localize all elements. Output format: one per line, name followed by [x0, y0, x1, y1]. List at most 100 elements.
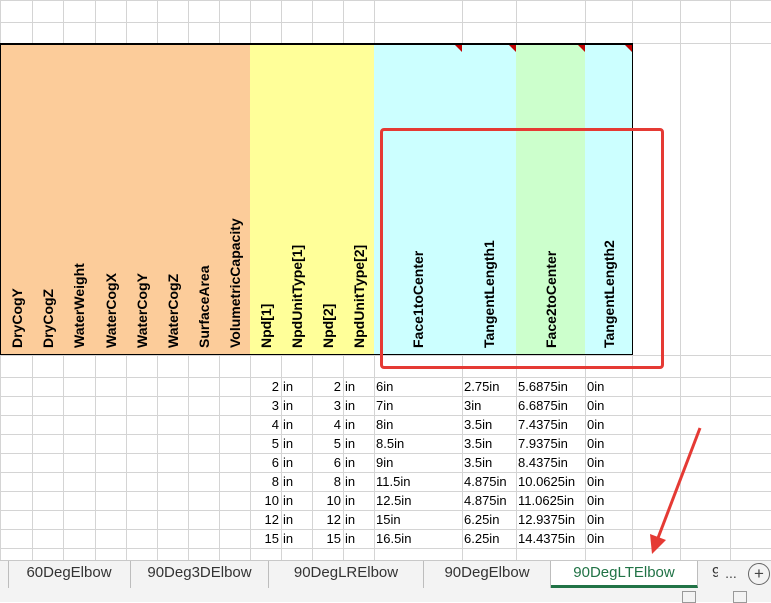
column-header-surfacearea[interactable]: SurfaceArea — [188, 43, 220, 355]
data-cell[interactable]: 11.5in — [376, 472, 460, 491]
data-cell[interactable]: 10.0625in — [518, 472, 583, 491]
data-cell[interactable]: 3.5in — [464, 434, 514, 453]
data-cell[interactable]: 8.4375in — [518, 453, 583, 472]
data-cell[interactable]: 4.875in — [464, 491, 514, 510]
data-cell[interactable]: 11.0625in — [518, 491, 583, 510]
data-cell[interactable]: in — [283, 415, 310, 434]
column-header-drycogz[interactable]: DryCogZ — [32, 43, 64, 355]
column-header-text: NpdUnitType[2] — [350, 244, 367, 348]
data-cell[interactable]: 12 — [314, 510, 341, 529]
data-cell[interactable]: 0in — [587, 453, 630, 472]
sheet-tab-9[interactable]: 9 — [698, 561, 718, 588]
data-cell[interactable]: in — [345, 377, 372, 396]
data-cell[interactable]: 15 — [314, 529, 341, 548]
data-cell[interactable]: 4 — [252, 415, 279, 434]
data-cell[interactable]: 15 — [252, 529, 279, 548]
sheet-tab-90deg3delbow[interactable]: 90Deg3DElbow — [131, 561, 269, 588]
data-cell[interactable]: 6in — [376, 377, 460, 396]
column-header-npd-1[interactable]: Npd[1] — [250, 43, 282, 355]
data-cell[interactable]: in — [283, 377, 310, 396]
sheet-tab-90degelbow[interactable]: 90DegElbow — [424, 561, 551, 588]
data-cell[interactable]: in — [345, 529, 372, 548]
more-tabs-button[interactable]: ... — [718, 561, 744, 588]
data-cell[interactable]: in — [283, 396, 310, 415]
sheet-tab-90deglrelbow[interactable]: 90DegLRElbow — [269, 561, 424, 588]
data-cell[interactable]: 0in — [587, 472, 630, 491]
data-cell[interactable]: in — [283, 434, 310, 453]
data-cell[interactable]: 12.9375in — [518, 510, 583, 529]
data-cell[interactable]: 0in — [587, 396, 630, 415]
data-cell[interactable]: in — [345, 434, 372, 453]
data-cell[interactable]: in — [345, 510, 372, 529]
column-header-npdunittype-1[interactable]: NpdUnitType[1] — [281, 43, 313, 355]
column-header-drycogy[interactable]: DryCogY — [0, 43, 33, 355]
normal-view-icon[interactable] — [682, 591, 696, 603]
data-cell[interactable]: 0in — [587, 434, 630, 453]
data-cell[interactable]: 5 — [252, 434, 279, 453]
sheet-tab-60degelbow[interactable]: 60DegElbow — [8, 561, 131, 588]
data-cell[interactable]: 4 — [314, 415, 341, 434]
data-cell[interactable]: 0in — [587, 377, 630, 396]
data-cell[interactable]: 0in — [587, 510, 630, 529]
column-header-npd-2[interactable]: Npd[2] — [312, 43, 344, 355]
column-header-volumetriccapacity[interactable]: VolumetricCapacity — [219, 43, 251, 355]
column-header-text: NpdUnitType[1] — [288, 244, 305, 348]
data-cell[interactable]: 8 — [314, 472, 341, 491]
data-cell[interactable]: 7in — [376, 396, 460, 415]
data-cell[interactable]: in — [345, 472, 372, 491]
column-header-watercogz[interactable]: WaterCogZ — [157, 43, 189, 355]
data-cell[interactable]: 15in — [376, 510, 460, 529]
highlight-box — [380, 128, 664, 369]
data-cell[interactable]: 9in — [376, 453, 460, 472]
sheet-tab-90degltelbow[interactable]: 90DegLTElbow — [551, 561, 698, 588]
data-cell[interactable]: 3.5in — [464, 415, 514, 434]
data-cell[interactable]: in — [283, 529, 310, 548]
data-cell[interactable]: 6 — [252, 453, 279, 472]
data-cell[interactable]: 0in — [587, 529, 630, 548]
data-cell[interactable]: 14.4375in — [518, 529, 583, 548]
column-header-watercogx[interactable]: WaterCogX — [95, 43, 127, 355]
column-header-waterweight[interactable]: WaterWeight — [63, 43, 96, 355]
data-cell[interactable]: in — [283, 491, 310, 510]
data-cell[interactable]: 3 — [314, 396, 341, 415]
data-cell[interactable]: in — [283, 472, 310, 491]
data-cell[interactable]: 6.25in — [464, 510, 514, 529]
data-cell[interactable]: 0in — [587, 415, 630, 434]
data-cell[interactable]: 3in — [464, 396, 514, 415]
data-cell[interactable]: 12 — [252, 510, 279, 529]
data-cell[interactable]: in — [283, 453, 310, 472]
add-sheet-button[interactable]: + — [748, 563, 770, 585]
data-cell[interactable]: 2 — [314, 377, 341, 396]
data-cell[interactable]: 2 — [252, 377, 279, 396]
data-cell[interactable]: 3 — [252, 396, 279, 415]
data-cell[interactable]: 7.9375in — [518, 434, 583, 453]
data-cell[interactable]: 8.5in — [376, 434, 460, 453]
data-cell[interactable]: 5 — [314, 434, 341, 453]
data-cell[interactable]: in — [283, 510, 310, 529]
data-cell[interactable]: in — [345, 415, 372, 434]
data-cell[interactable]: in — [345, 491, 372, 510]
data-cell[interactable]: 5.6875in — [518, 377, 583, 396]
data-cell[interactable]: 4.875in — [464, 472, 514, 491]
data-cell[interactable]: 7.4375in — [518, 415, 583, 434]
data-cell[interactable]: 8 — [252, 472, 279, 491]
data-cell[interactable]: 2.75in — [464, 377, 514, 396]
data-cell[interactable]: 0in — [587, 491, 630, 510]
comment-indicator-icon — [625, 45, 632, 52]
column-header-text: WaterCogZ — [164, 273, 181, 348]
data-cell[interactable]: in — [345, 396, 372, 415]
page-layout-icon[interactable] — [733, 591, 747, 603]
data-cell[interactable]: 8in — [376, 415, 460, 434]
data-cell[interactable]: 16.5in — [376, 529, 460, 548]
column-header-watercogy[interactable]: WaterCogY — [126, 43, 158, 355]
data-cell[interactable]: in — [345, 453, 372, 472]
column-header-npdunittype-2[interactable]: NpdUnitType[2] — [343, 43, 375, 355]
data-cell[interactable]: 12.5in — [376, 491, 460, 510]
data-cell[interactable]: 6.25in — [464, 529, 514, 548]
data-cell[interactable]: 6 — [314, 453, 341, 472]
comment-indicator-icon — [455, 45, 462, 52]
data-cell[interactable]: 6.6875in — [518, 396, 583, 415]
data-cell[interactable]: 3.5in — [464, 453, 514, 472]
data-cell[interactable]: 10 — [252, 491, 279, 510]
data-cell[interactable]: 10 — [314, 491, 341, 510]
